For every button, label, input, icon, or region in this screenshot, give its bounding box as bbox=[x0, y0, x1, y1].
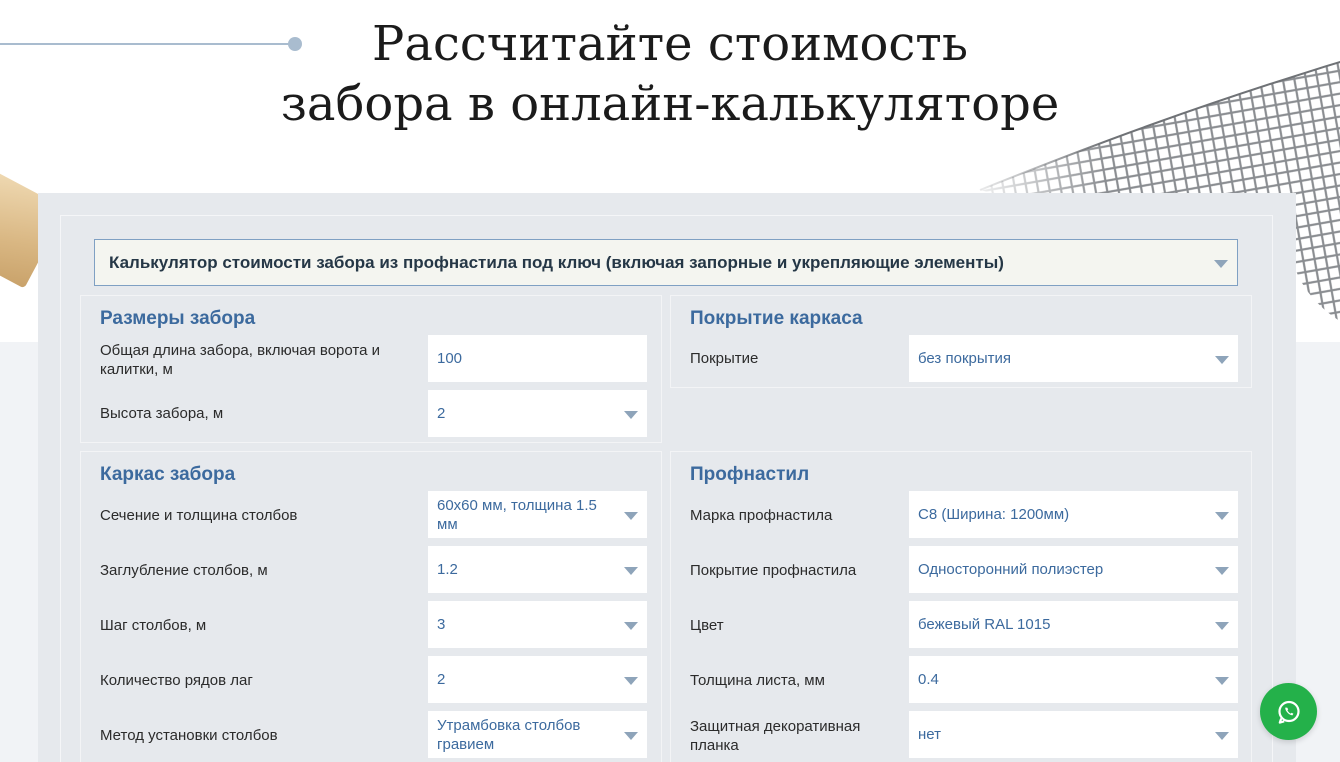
chevron-down-icon bbox=[624, 410, 638, 419]
rails-count-select[interactable]: 2 bbox=[428, 656, 647, 703]
chevron-down-icon bbox=[624, 731, 638, 740]
panel-title-profnastil: Профнастил bbox=[690, 464, 810, 485]
label-fence-length: Общая длина забора, включая ворота и кал… bbox=[100, 342, 380, 378]
panel-profnastil: Профнастил Марка профнастила С8 (Ширина:… bbox=[670, 451, 1252, 762]
calculator-type-value: Калькулятор стоимости забора из профнаст… bbox=[109, 252, 1004, 272]
chevron-down-icon bbox=[624, 621, 638, 630]
install-method-value: Утрамбовка столбов гравием bbox=[437, 716, 581, 753]
sheet-color-value: бежевый RAL 1015 bbox=[918, 616, 1051, 633]
coating-select[interactable]: без покрытия bbox=[909, 335, 1238, 382]
chevron-down-icon bbox=[624, 676, 638, 685]
calculator-type-select[interactable]: Калькулятор стоимости забора из профнаст… bbox=[94, 239, 1238, 286]
panel-title-frame-coating: Покрытие каркаса bbox=[690, 308, 863, 329]
sheet-color-select[interactable]: бежевый RAL 1015 bbox=[909, 601, 1238, 648]
post-section-select[interactable]: 60х60 мм, толщина 1.5 мм bbox=[428, 491, 647, 538]
sheet-brand-value: С8 (Ширина: 1200мм) bbox=[918, 506, 1070, 523]
label-post-section: Сечение и толщина столбов bbox=[100, 507, 298, 524]
sheet-coating-select[interactable]: Односторонний полиэстер bbox=[909, 546, 1238, 593]
chevron-down-icon bbox=[1215, 566, 1229, 575]
fence-length-input[interactable]: 100 bbox=[428, 335, 647, 382]
sheet-coating-value: Односторонний полиэстер bbox=[918, 561, 1104, 578]
decorative-line bbox=[0, 43, 292, 45]
label-fence-height: Высота забора, м bbox=[100, 405, 224, 422]
whatsapp-button[interactable] bbox=[1260, 683, 1317, 740]
post-depth-value: 1.2 bbox=[437, 561, 458, 578]
sheet-thickness-value: 0.4 bbox=[918, 671, 939, 688]
sheet-thickness-select[interactable]: 0.4 bbox=[909, 656, 1238, 703]
rails-count-value: 2 bbox=[437, 671, 446, 688]
post-section-value: 60х60 мм, толщина 1.5 мм bbox=[437, 496, 597, 533]
whatsapp-icon bbox=[1277, 700, 1300, 724]
panel-frame-coating: Покрытие каркаса Покрытие без покрытия bbox=[670, 295, 1252, 388]
decor-strip-value: нет bbox=[918, 726, 941, 743]
post-depth-select[interactable]: 1.2 bbox=[428, 546, 647, 593]
chevron-down-icon bbox=[1215, 621, 1229, 630]
chevron-down-icon bbox=[624, 511, 638, 520]
fence-height-value: 2 bbox=[437, 405, 446, 422]
chevron-down-icon bbox=[1215, 676, 1229, 685]
chevron-down-icon bbox=[1215, 355, 1229, 364]
chevron-down-icon bbox=[1215, 511, 1229, 520]
chevron-down-icon bbox=[624, 566, 638, 575]
post-step-select[interactable]: 3 bbox=[428, 601, 647, 648]
label-rails-count: Количество рядов лаг bbox=[100, 672, 253, 689]
panel-fence-size: Размеры забора Общая длина забора, включ… bbox=[80, 295, 662, 443]
decor-strip-select[interactable]: нет bbox=[909, 711, 1238, 758]
label-post-depth: Заглубление столбов, м bbox=[100, 562, 268, 579]
coating-value: без покрытия bbox=[918, 350, 1012, 367]
sheet-brand-select[interactable]: С8 (Ширина: 1200мм) bbox=[909, 491, 1238, 538]
page-title-line1: Рассчитайте стоимость bbox=[372, 16, 968, 72]
page-title-line2: забора в онлайн-калькуляторе bbox=[280, 76, 1060, 132]
install-method-select[interactable]: Утрамбовка столбов гравием bbox=[428, 711, 647, 758]
fence-length-value: 100 bbox=[437, 350, 463, 367]
label-decor-strip: Защитная декоративная планка bbox=[690, 718, 861, 754]
panel-title-frame: Каркас забора bbox=[100, 464, 236, 485]
chevron-down-icon bbox=[1214, 259, 1228, 268]
label-install-method: Метод установки столбов bbox=[100, 727, 278, 744]
page-title: Рассчитайте стоимость забора в онлайн-ка… bbox=[270, 14, 1070, 134]
post-step-value: 3 bbox=[437, 616, 446, 633]
panel-frame: Каркас забора Сечение и толщина столбов … bbox=[80, 451, 662, 762]
chevron-down-icon bbox=[1215, 731, 1229, 740]
fence-height-select[interactable]: 2 bbox=[428, 390, 647, 437]
panel-title-fence-size: Размеры забора bbox=[100, 308, 256, 329]
label-post-step: Шаг столбов, м bbox=[100, 617, 207, 634]
